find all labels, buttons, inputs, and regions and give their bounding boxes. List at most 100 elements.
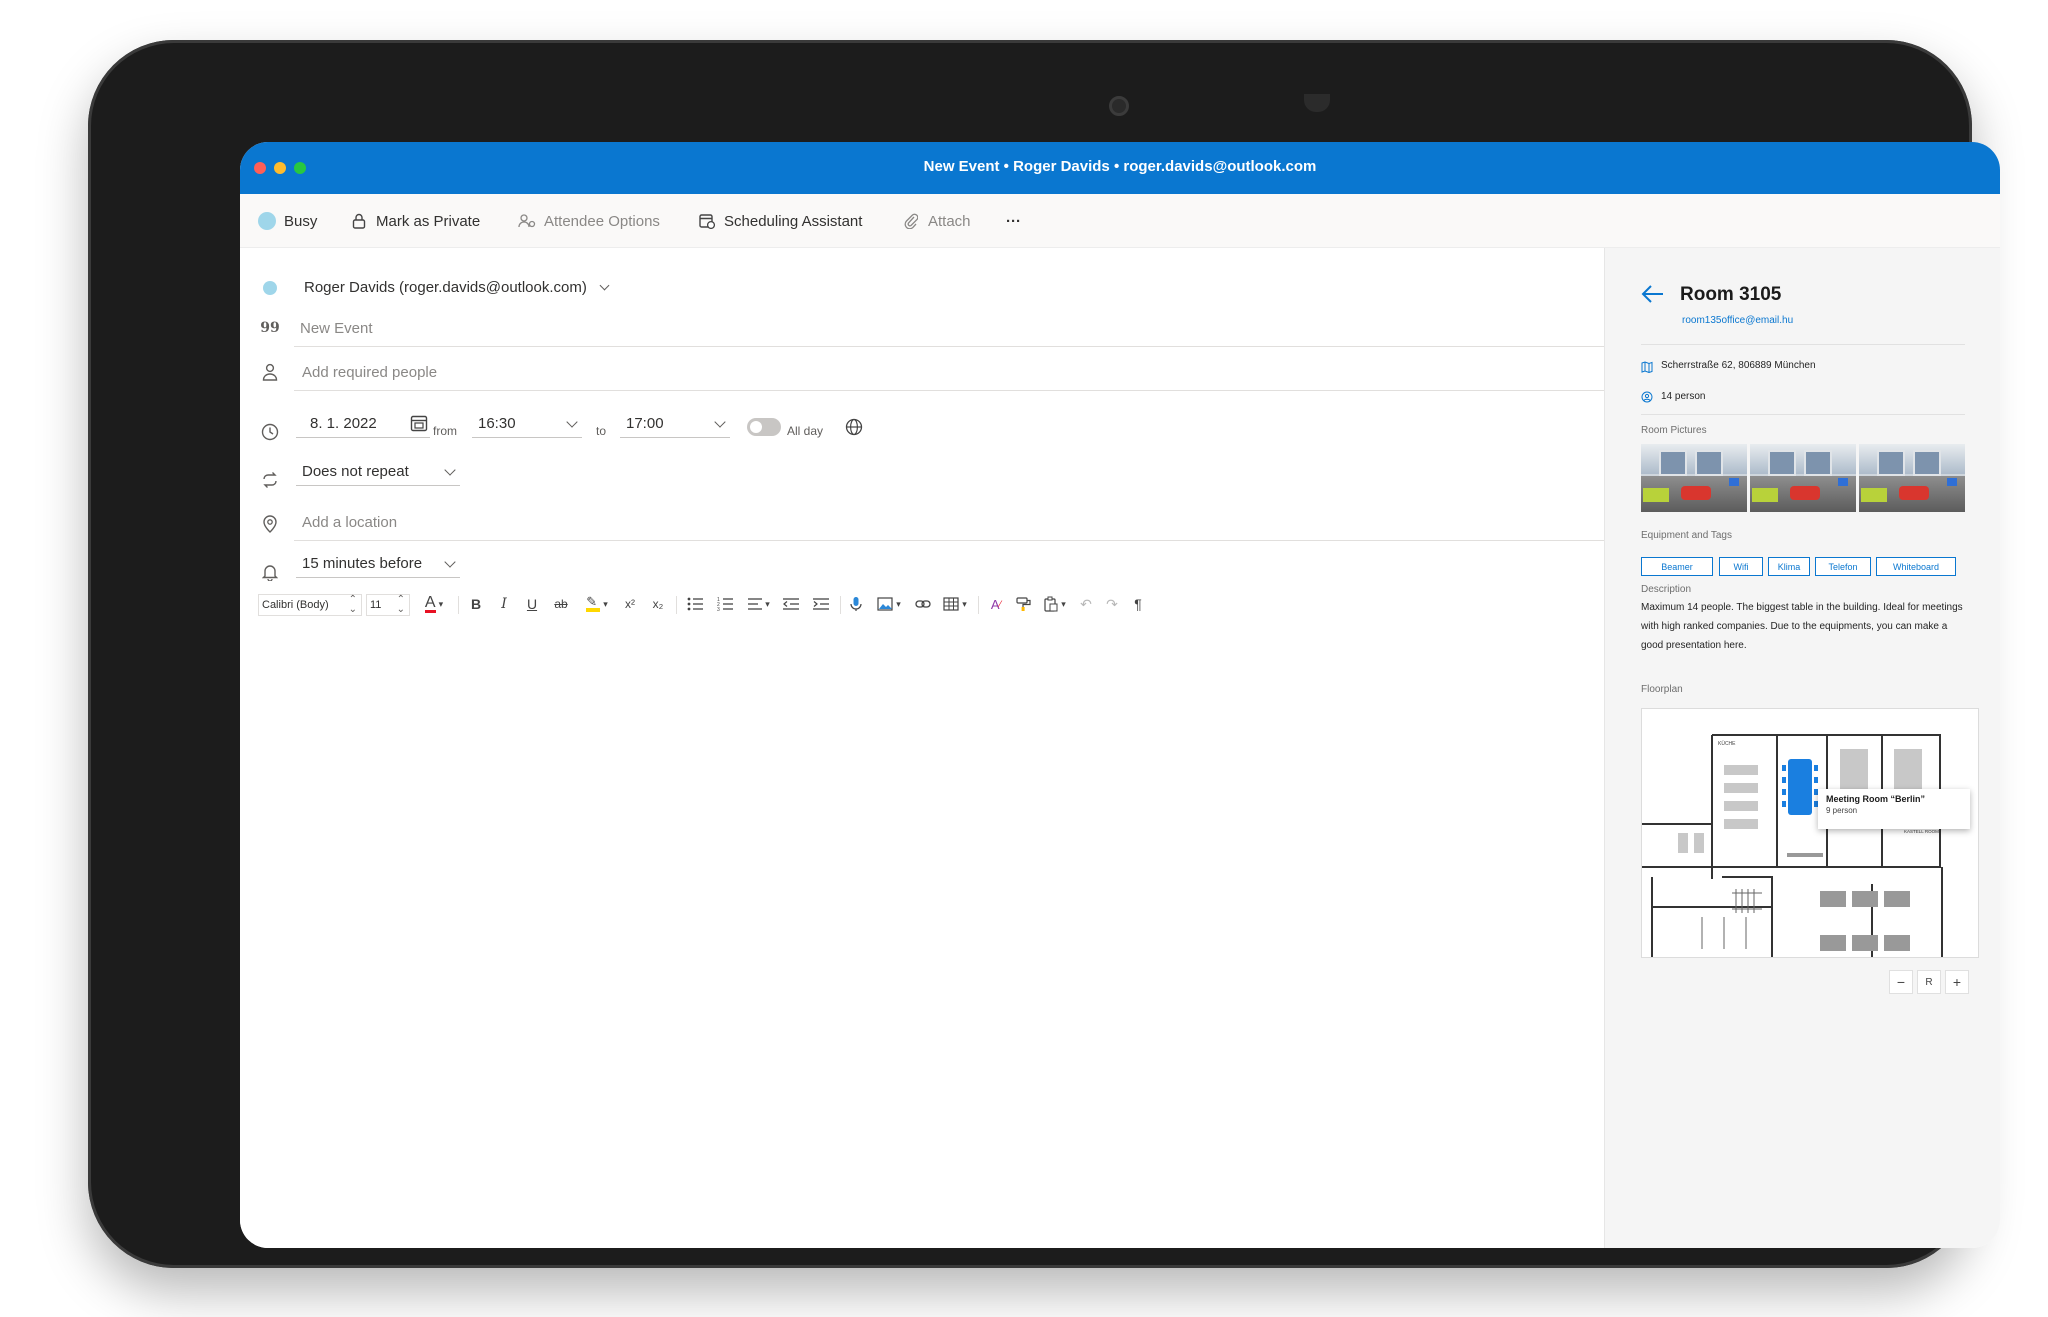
decrease-indent-icon[interactable] xyxy=(780,594,802,614)
floorplan-label: Floorplan xyxy=(1641,684,1683,695)
font-family-value: Calibri (Body) xyxy=(262,599,329,611)
event-title-input[interactable]: New Event xyxy=(300,320,373,337)
toolbar-separator xyxy=(978,596,979,614)
panel-divider xyxy=(1641,414,1965,415)
date-value: 8. 1. 2022 xyxy=(310,415,377,432)
stepper-icon: ⌃ ⌄ xyxy=(396,594,405,615)
globe-icon[interactable] xyxy=(844,417,864,437)
room-picture[interactable] xyxy=(1859,444,1965,512)
insert-table-button[interactable]: ▾ xyxy=(940,594,970,614)
undo-icon[interactable]: ↶ xyxy=(1076,594,1096,614)
table-icon xyxy=(943,597,959,611)
svg-text:3: 3 xyxy=(717,607,720,611)
redo-icon[interactable]: ↷ xyxy=(1102,594,1122,614)
tag-klima[interactable]: Klima xyxy=(1768,557,1810,576)
highlighter-icon: ✎ xyxy=(586,595,601,612)
align-button[interactable]: ▾ xyxy=(744,594,774,614)
tag-whiteboard[interactable]: Whiteboard xyxy=(1876,557,1956,576)
chevron-down-icon: ▾ xyxy=(1061,598,1066,609)
stepper-icon: ⌃ ⌄ xyxy=(348,594,357,615)
superscript-icon[interactable]: x² xyxy=(620,594,640,614)
room-title: Room 3105 xyxy=(1680,284,1782,305)
increase-indent-icon[interactable] xyxy=(810,594,832,614)
link-icon[interactable] xyxy=(912,594,934,614)
location-pin-icon xyxy=(260,514,280,534)
zoom-in-button[interactable]: + xyxy=(1945,970,1969,994)
toolbar-separator xyxy=(676,596,677,614)
organizer-status-icon xyxy=(260,278,280,298)
room-address: Scherrstraße 62, 806889 München xyxy=(1661,360,1816,371)
subscript-icon[interactable]: x₂ xyxy=(648,594,668,614)
scheduling-assistant-button[interactable]: Scheduling Assistant xyxy=(698,210,862,232)
chevron-down-icon: ▾ xyxy=(603,598,608,609)
date-picker[interactable]: 8. 1. 2022 xyxy=(296,410,430,438)
font-color-button[interactable]: A ▾ xyxy=(420,594,448,614)
show-paragraph-marks-button[interactable]: ¶ xyxy=(1128,594,1148,614)
room-picture[interactable] xyxy=(1641,444,1747,512)
title-bar: New Event • Roger Davids • roger.davids@… xyxy=(240,142,2000,194)
format-painter-icon[interactable] xyxy=(1014,594,1034,614)
clipboard-icon xyxy=(1044,596,1058,612)
italic-button[interactable]: I xyxy=(494,594,514,614)
start-time-select[interactable]: 16:30 xyxy=(472,410,582,438)
all-day-toggle[interactable] xyxy=(747,418,781,436)
clock-icon xyxy=(260,422,280,442)
chevron-down-icon: ▾ xyxy=(765,598,770,609)
repeat-icon xyxy=(260,470,280,490)
underline-button[interactable]: U xyxy=(522,594,542,614)
scheduling-assistant-label: Scheduling Assistant xyxy=(724,212,863,230)
location-underline xyxy=(294,540,1604,541)
floorplan-map[interactable]: KÜCHE KASTELL ROOM Meeting Room “Berlin”… xyxy=(1641,708,1979,958)
organizer-select[interactable]: Roger Davids (roger.davids@outlook.com) xyxy=(304,279,610,296)
bold-button[interactable]: B xyxy=(466,594,486,614)
room-details-panel: Room 3105 room135office@email.hu Scherrs… xyxy=(1604,248,2000,1248)
back-arrow-icon[interactable] xyxy=(1641,284,1665,304)
attach-button[interactable]: Attach xyxy=(902,210,971,232)
chevron-down-icon xyxy=(599,280,610,291)
highlight-button[interactable]: ✎ ▾ xyxy=(582,594,612,614)
room-email-link[interactable]: room135office@email.hu xyxy=(1682,315,1793,326)
font-size-select[interactable]: 11 ⌃ ⌄ xyxy=(366,594,410,616)
zoom-out-button[interactable]: − xyxy=(1889,970,1913,994)
reminder-value: 15 minutes before xyxy=(302,555,423,572)
attach-label: Attach xyxy=(928,212,971,230)
tag-wifi[interactable]: Wifi xyxy=(1719,557,1763,576)
repeat-select[interactable]: Does not repeat xyxy=(296,458,460,486)
toolbar-separator xyxy=(458,596,459,614)
tag-beamer[interactable]: Beamer xyxy=(1641,557,1713,576)
required-people-input[interactable]: Add required people xyxy=(302,364,437,381)
busy-button[interactable]: Busy xyxy=(258,210,317,232)
description-label: Description xyxy=(1641,584,1692,595)
strikethrough-button[interactable]: ab xyxy=(550,594,572,614)
font-family-select[interactable]: Calibri (Body) ⌃ ⌄ xyxy=(258,594,362,616)
tooltip-subtitle: 9 person xyxy=(1826,806,1858,815)
mark-private-button[interactable]: Mark as Private xyxy=(350,210,480,232)
bullets-icon[interactable] xyxy=(684,594,706,614)
reminder-select[interactable]: 15 minutes before xyxy=(296,550,460,578)
from-label: from xyxy=(433,424,457,438)
insert-picture-button[interactable]: ▾ xyxy=(874,594,904,614)
room-picture[interactable] xyxy=(1750,444,1856,512)
event-form: Roger Davids (roger.davids@outlook.com) … xyxy=(240,248,1604,1248)
all-day-label: All day xyxy=(787,424,824,438)
organizer-label: Roger Davids (roger.davids@outlook.com) xyxy=(304,279,587,296)
tag-telefon[interactable]: Telefon xyxy=(1815,557,1871,576)
repeat-value: Does not repeat xyxy=(302,463,409,480)
end-time-select[interactable]: 17:00 xyxy=(620,410,730,438)
formatting-toolbar: Calibri (Body) ⌃⌄ 11 ⌃⌄ A ▾ B I U ab ✎ xyxy=(240,590,1142,620)
clear-formatting-icon[interactable]: A ⁄ xyxy=(986,594,1006,614)
dictate-icon[interactable] xyxy=(846,594,866,614)
reset-view-button[interactable]: R xyxy=(1917,970,1941,994)
location-input[interactable]: Add a location xyxy=(302,514,397,531)
numbering-icon[interactable]: 123 xyxy=(714,594,736,614)
paste-button[interactable]: ▾ xyxy=(1040,594,1070,614)
bell-icon xyxy=(260,562,280,582)
attendee-options-button[interactable]: Attendee Options xyxy=(518,210,660,232)
more-options-button[interactable]: ··· xyxy=(1006,210,1021,232)
attendee-options-label: Attendee Options xyxy=(544,212,660,230)
person-icon xyxy=(260,362,280,382)
start-time-value: 16:30 xyxy=(478,415,516,432)
calendar-icon[interactable] xyxy=(410,414,428,436)
room-capacity: 14 person xyxy=(1661,391,1706,402)
people-underline xyxy=(294,390,1604,391)
